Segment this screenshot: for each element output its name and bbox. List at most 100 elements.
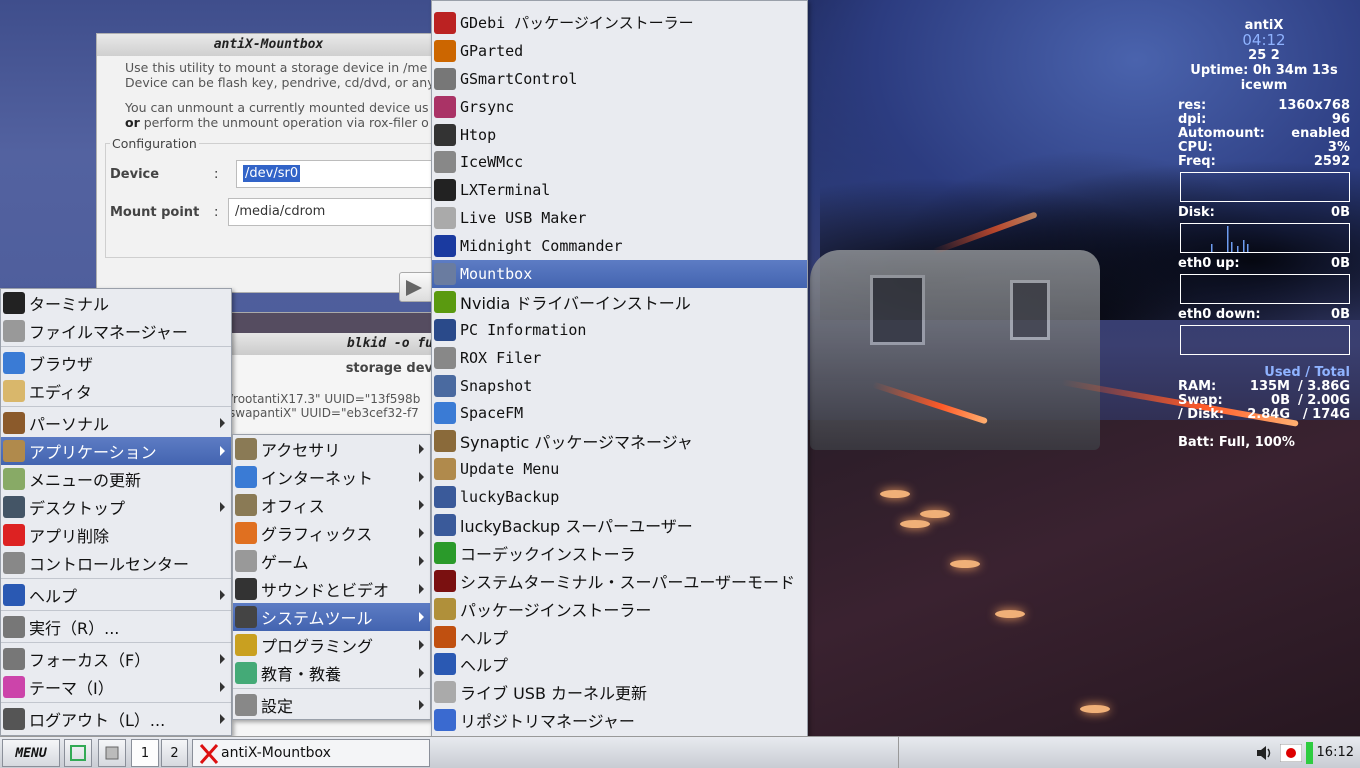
luckybackup-icon (434, 486, 456, 509)
sys-menu-item-13[interactable]: Snapshot (432, 372, 807, 400)
main-menu-item-12[interactable]: フォーカス（F） (1, 645, 231, 673)
task-label: antiX-Mountbox (221, 745, 331, 761)
main-menu-label: メニューの更新 (29, 471, 142, 490)
task-mountbox[interactable]: antiX-Mountbox (192, 739, 430, 767)
main-menu-item-0[interactable]: ターミナル (1, 289, 231, 317)
sys-menu-item-21[interactable]: パッケージインストーラー (432, 595, 807, 623)
sys-menu-item-4[interactable]: Htop (432, 121, 807, 149)
gsmartcontrol-icon (434, 67, 456, 90)
sys-menu-item-8[interactable]: Midnight Commander (432, 232, 807, 260)
sys-menu-item-9[interactable]: Mountbox (432, 260, 807, 288)
eth-up-label: eth0 up: (1178, 256, 1240, 271)
sys-menu-label: GDebi パッケージインストーラー (460, 14, 694, 33)
sys-menu-item-10[interactable]: Nvidia ドライバーインストール (432, 288, 807, 316)
root-terminal-icon (434, 569, 456, 592)
sys-menu-label: PC Information (460, 320, 587, 339)
games-icon (235, 550, 257, 572)
main-menu-item-9[interactable]: コントロールセンター (1, 549, 231, 577)
main-menu-item-2[interactable]: ブラウザ (1, 349, 231, 377)
submenu-arrow-icon (419, 612, 424, 622)
submenu-arrow-icon (419, 668, 424, 678)
wallpaper-train (810, 250, 1100, 450)
sys-menu-item-15[interactable]: Synaptic パッケージマネージャ (432, 427, 807, 455)
main-menu-item-6[interactable]: メニューの更新 (1, 465, 231, 493)
main-menu-item-13[interactable]: テーマ（I） (1, 673, 231, 701)
main-menu-item-10[interactable]: ヘルプ (1, 581, 231, 609)
main-menu-item-8[interactable]: アプリ削除 (1, 521, 231, 549)
workspace-1-button[interactable]: 1 (131, 739, 159, 767)
live-usb-kernel-icon (434, 681, 456, 704)
app-menu-item-2[interactable]: オフィス (233, 491, 430, 519)
main-menu-item-7[interactable]: デスクトップ (1, 493, 231, 521)
mountpoint-field[interactable]: /media/cdrom (228, 198, 440, 226)
app-menu-item-4[interactable]: ゲーム (233, 547, 430, 575)
main-menu: ターミナル ファイルマネージャー ブラウザ エディタパーソナルアプリケーション メニュー… (0, 288, 232, 736)
sys-menu-item-17[interactable]: luckyBackup (432, 483, 807, 511)
main-menu-label: アプリケーション (29, 443, 157, 462)
education-icon (235, 662, 257, 684)
main-menu-item-11[interactable]: 実行（R）... (1, 613, 231, 641)
eth-down-value: 0B (1331, 307, 1350, 322)
volume-icon[interactable] (1254, 743, 1276, 763)
device-field[interactable]: /dev/sr0 (236, 160, 440, 188)
mountbox-titlebar[interactable]: antiX-Mountbox (97, 34, 440, 56)
app-menu-item-5[interactable]: サウンドとビデオ (233, 575, 430, 603)
app-menu-item-1[interactable]: インターネット (233, 463, 430, 491)
sys-menu-label: Synaptic パッケージマネージャ (460, 433, 693, 453)
sys-menu-item-25[interactable]: リポジトリマネージャー (432, 706, 807, 734)
sys-menu-item-0[interactable]: GDebi パッケージインストーラー (432, 9, 807, 37)
sys-menu-item-23[interactable]: ヘルプ (432, 650, 807, 678)
japan-flag-icon[interactable] (1280, 744, 1302, 762)
workspace-2-button[interactable]: 2 (161, 739, 188, 767)
control-centre-icon (3, 552, 25, 574)
main-menu-item-5[interactable]: アプリケーション (1, 437, 231, 465)
main-menu-label: ログアウト（L）... (29, 711, 166, 730)
app-menu-item-3[interactable]: グラフィックス (233, 519, 430, 547)
sys-menu-item-19[interactable]: コーデックインストーラ (432, 539, 807, 567)
sys-menu-label: コーデックインストーラ (460, 544, 636, 564)
app-menu-item-9[interactable]: 設定 (233, 691, 430, 719)
sys-menu-item-16[interactable]: Update Menu (432, 455, 807, 483)
submenu-arrow-icon (419, 444, 424, 454)
configuration-legend: Configuration (112, 136, 197, 151)
menu-button[interactable]: MENU (2, 739, 60, 767)
mountpoint-label: Mount point (110, 204, 200, 220)
app-menu-item-6[interactable]: システムツール (233, 603, 430, 631)
main-menu-item-14[interactable]: ログアウト（L）... (1, 705, 231, 733)
window-list-icon[interactable] (98, 739, 126, 767)
app-menu-item-7[interactable]: プログラミング (233, 631, 430, 659)
blkid-title[interactable]: blkid -o fu (221, 333, 439, 355)
app-menu-label: グラフィックス (261, 525, 373, 544)
graphics-icon (235, 522, 257, 544)
sys-menu-label: リポジトリマネージャー (460, 712, 635, 732)
sys-menu-item-12[interactable]: ROX Filer (432, 344, 807, 372)
conky-wm: icewm (1240, 78, 1288, 93)
sys-menu-item-14[interactable]: SpaceFM (432, 399, 807, 427)
sys-menu-item-1[interactable]: GParted (432, 37, 807, 65)
sys-menu-item-6[interactable]: LXTerminal (432, 176, 807, 204)
main-menu-item-1[interactable]: ファイルマネージャー (1, 317, 231, 345)
terminal-icon (3, 292, 25, 314)
sys-menu-item-5[interactable]: IceWMcc (432, 148, 807, 176)
sys-menu-item-7[interactable]: Live USB Maker (432, 204, 807, 232)
taskbar-clock[interactable]: 16:12 (1317, 745, 1354, 760)
show-desktop-icon[interactable] (64, 739, 92, 767)
mountpoint-colon: : (214, 204, 219, 220)
app-menu-item-0[interactable]: アクセサリ (233, 435, 430, 463)
battery-icon[interactable] (1306, 742, 1313, 764)
sys-menu-item-3[interactable]: Grsync (432, 93, 807, 121)
sys-menu-item-18[interactable]: luckyBackup スーパーユーザー (432, 511, 807, 539)
submenu-arrow-icon (220, 654, 225, 664)
main-menu-label: コントロールセンター (29, 555, 190, 574)
sys-menu-item-20[interactable]: システムターミナル・スーパーユーザーモード (432, 567, 807, 595)
main-menu-item-4[interactable]: パーソナル (1, 409, 231, 437)
app-menu-item-8[interactable]: 教育・教養 (233, 659, 430, 687)
sys-menu-item-2[interactable]: GSmartControl (432, 65, 807, 93)
mountbox-info: Use this utility to mount a storage devi… (97, 56, 440, 130)
submenu-arrow-icon (419, 640, 424, 650)
sys-menu-item-24[interactable]: ライブ USB カーネル更新 (432, 678, 807, 706)
sys-menu-item-22[interactable]: ヘルプ (432, 623, 807, 651)
sys-menu-item-11[interactable]: PC Information (432, 316, 807, 344)
main-menu-item-3[interactable]: エディタ (1, 377, 231, 405)
antix-x-icon (199, 744, 219, 764)
